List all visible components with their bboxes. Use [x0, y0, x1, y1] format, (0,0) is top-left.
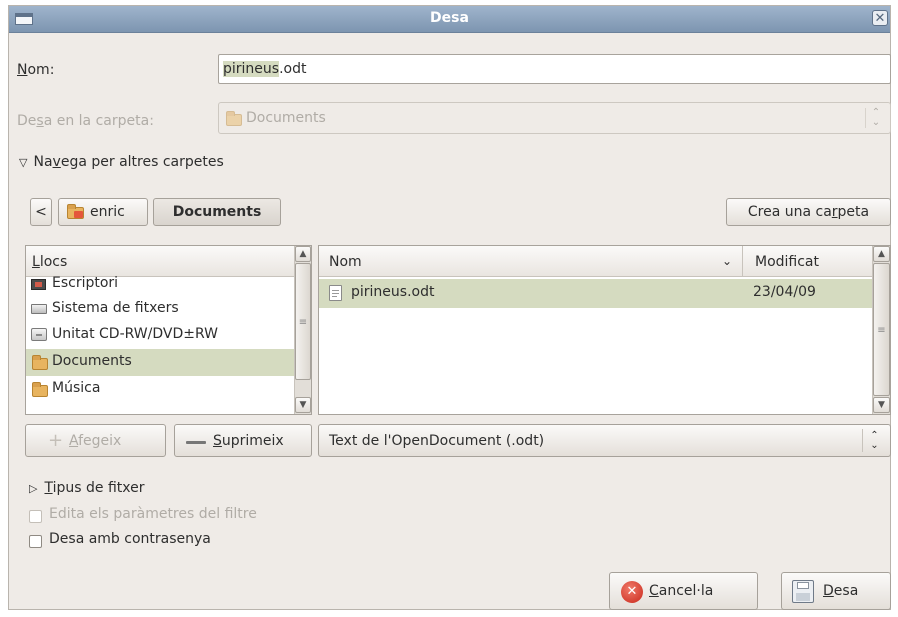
column-header-modified[interactable]: Modificat [743, 246, 871, 277]
cdrom-icon [31, 328, 47, 341]
places-item-music[interactable]: Música [26, 377, 294, 401]
file-type-expander[interactable]: ▷ Tipus de fitxer [29, 480, 144, 496]
expander-closed-icon: ▷ [29, 482, 38, 495]
document-icon [329, 285, 342, 301]
file-list-scrollbar[interactable]: ▲ ≡ ▼ [872, 246, 890, 414]
folder-icon [32, 382, 48, 397]
remove-bookmark-button[interactable]: Suprimeix [174, 424, 312, 457]
file-name: pirineus.odt [351, 284, 435, 300]
sort-descending-icon: ⌄ [721, 254, 732, 268]
places-item-filesystem[interactable]: Sistema de fitxers [26, 297, 294, 321]
path-crumb-documents[interactable]: Documents [153, 198, 281, 226]
desktop-icon [31, 279, 46, 290]
file-list-panel: Nom ⌄ Modificat pirineus.odt 23/04/09 ▲ … [318, 245, 891, 415]
places-item-label: Música [52, 380, 101, 396]
filename-input[interactable]: pirineus.odt [218, 54, 891, 84]
places-scrollbar[interactable]: ▲ ≡ ▼ [294, 246, 311, 414]
filename-rest: .odt [279, 61, 307, 77]
scrollbar-thumb[interactable]: ≡ [295, 263, 311, 380]
drive-icon [31, 304, 47, 314]
expander-open-icon: ▽ [19, 156, 28, 169]
edit-filter-options-checkbox[interactable] [29, 510, 42, 523]
add-bookmark-button[interactable]: + Afegeix [25, 424, 166, 457]
file-filter-combo[interactable]: Text de l'OpenDocument (.odt) ⌃ ⌄ [318, 424, 891, 457]
floppy-save-icon [792, 580, 814, 603]
places-item-cdrom[interactable]: Unitat CD-RW/DVD±RW [26, 323, 294, 347]
save-with-password-label: Desa amb contrasenya [49, 531, 211, 547]
save-in-folder-combo[interactable]: Documents ⌃ ⌄ [218, 102, 891, 134]
file-modified: 23/04/09 [753, 284, 816, 300]
scroll-down-icon[interactable]: ▼ [295, 397, 311, 413]
save-in-folder-label: Desa en la carpeta: [17, 113, 154, 129]
save-with-password-checkbox[interactable] [29, 535, 42, 548]
combo-arrows-icon: ⌃ ⌄ [865, 108, 886, 128]
places-item-label: Sistema de fitxers [52, 300, 179, 316]
browse-folders-expander[interactable]: ▽ Navega per altres carpetes [19, 154, 224, 170]
places-item-label: Unitat CD-RW/DVD±RW [52, 326, 218, 342]
column-header-name[interactable]: Nom ⌄ [319, 246, 743, 277]
scroll-up-icon[interactable]: ▲ [295, 246, 311, 262]
file-filter-value: Text de l'OpenDocument (.odt) [329, 433, 545, 449]
home-folder-icon [67, 204, 85, 219]
combo-arrows-icon: ⌃ ⌄ [862, 429, 886, 452]
plus-icon: + [48, 430, 64, 451]
name-label: Nom: [17, 62, 55, 78]
places-list: Escriptori Sistema de fitxers Unitat CD-… [26, 275, 294, 414]
places-panel: Llocs Escriptori Sistema de fitxers Unit… [25, 245, 312, 415]
places-item-documents[interactable]: Documents [26, 349, 294, 376]
folder-icon [226, 111, 242, 126]
minus-icon [186, 441, 206, 444]
create-folder-button[interactable]: Crea una carpeta [726, 198, 891, 226]
save-dialog: Desa ✕ Nom: pirineus.odt Desa en la carp… [8, 5, 891, 610]
save-in-folder-value: Documents [246, 110, 326, 126]
close-icon[interactable]: ✕ [872, 10, 888, 26]
cancel-icon: ✕ [621, 581, 643, 603]
file-row[interactable]: pirineus.odt 23/04/09 [319, 279, 872, 308]
scroll-up-icon[interactable]: ▲ [873, 246, 890, 262]
scroll-down-icon[interactable]: ▼ [873, 397, 890, 413]
places-item-desktop[interactable]: Escriptori [26, 273, 294, 297]
title-bar[interactable]: Desa ✕ [9, 6, 890, 33]
places-item-label: Escriptori [52, 275, 119, 291]
places-item-label: Documents [52, 353, 132, 369]
scrollbar-thumb[interactable]: ≡ [873, 263, 890, 396]
edit-filter-options-label: Edita els paràmetres del filtre [49, 506, 257, 522]
filename-selection: pirineus [223, 61, 280, 77]
path-back-button[interactable]: < [30, 198, 52, 226]
save-button[interactable]: Desa [781, 572, 891, 610]
path-crumb-home[interactable]: enric [58, 198, 148, 226]
folder-icon [32, 355, 48, 370]
cancel-button[interactable]: ✕ Cancel·la [609, 572, 758, 610]
window-title: Desa [430, 10, 469, 26]
file-list-header: Nom ⌄ Modificat [319, 246, 872, 277]
path-crumb-home-label: enric [90, 204, 125, 220]
